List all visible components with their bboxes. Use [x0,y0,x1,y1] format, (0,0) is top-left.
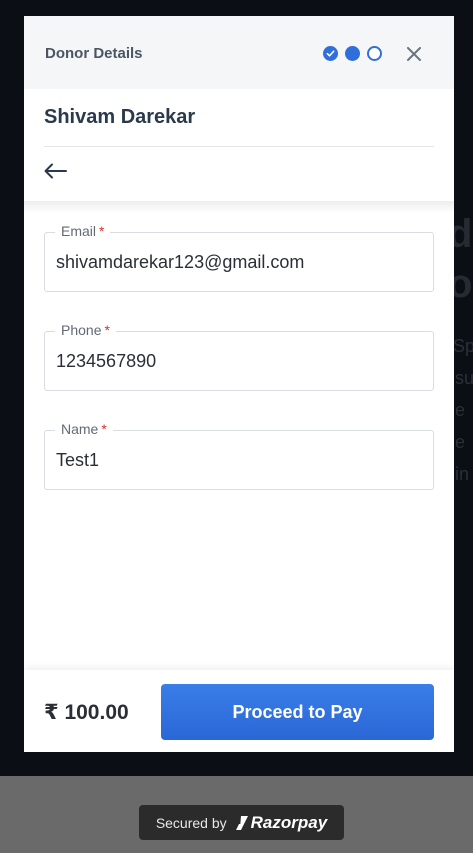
divider [44,146,434,147]
amount-display: ₹ 100.00 [44,701,129,724]
donor-name: Shivam Darekar [44,106,196,128]
back-button[interactable] [44,162,68,180]
phone-input[interactable] [56,351,416,372]
name-field: Name * [44,421,434,490]
phone-label: Phone * [55,322,116,338]
name-label: Name * [55,421,113,437]
required-mark: * [99,223,105,239]
required-mark: * [104,322,110,338]
step-current-dot-icon [345,46,360,61]
razorpay-mark-icon [235,815,248,830]
arrow-left-icon [44,163,67,179]
nav-shadow [24,201,454,213]
razorpay-wordmark: Razorpay [250,812,328,832]
step-complete-check-icon [323,46,338,61]
close-icon [407,47,421,61]
email-label: Email * [55,223,111,239]
email-input[interactable] [56,252,416,273]
secured-by-badge: Secured by Razorpay [139,805,344,840]
name-input[interactable] [56,450,416,471]
header-title: Donor Details [45,45,143,62]
modal-header: Donor Details [24,16,454,89]
donor-details-modal: Donor Details Shivam Darekar Email* Phon… [24,16,454,752]
bg-text-fragment: Sp [453,336,473,356]
razorpay-logo: Razorpay [235,812,328,833]
bg-text-fragment: su [455,368,473,388]
required-mark: * [101,421,107,437]
email-field: Email * [44,223,434,292]
bg-text-fragment: in [455,464,470,484]
proceed-to-pay-button[interactable]: Proceed to Pay [161,684,434,740]
step-indicator [323,46,382,61]
secured-label: Secured by [155,814,227,831]
close-button[interactable] [404,44,424,64]
phone-field: Phone * [44,322,434,391]
bg-text-fragment: e [455,400,466,420]
modal-footer: ₹ 100.00 Proceed to Pay [24,670,454,752]
bg-text-fragment: e [455,432,466,452]
step-pending-circle-icon [367,46,382,61]
